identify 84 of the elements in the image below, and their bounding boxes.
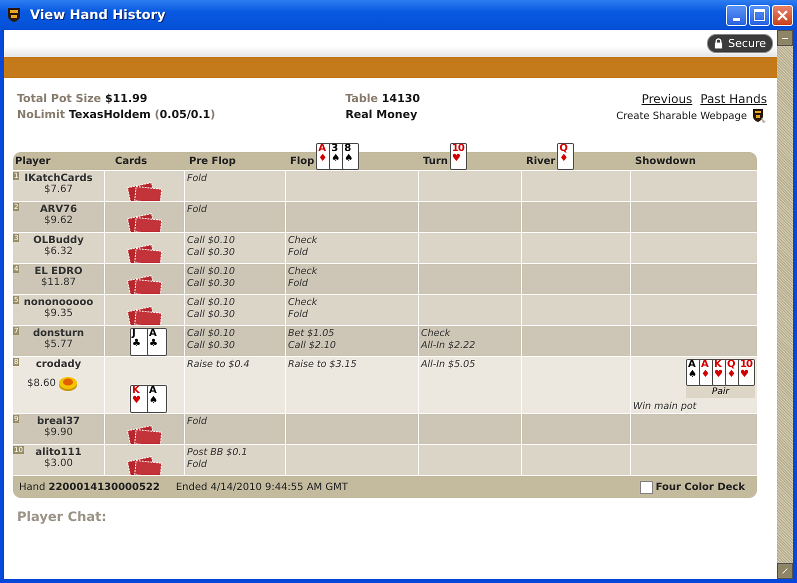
action-text: Fold [288,278,309,290]
action-text: Call $0.10 [187,328,236,340]
nav-link[interactable]: Past Hands [700,92,767,106]
player-name: OLBuddy [33,235,84,246]
action-text: Post BB $0.1 [187,447,248,459]
nav-link[interactable]: Previous [642,92,692,106]
player-name: breal37 [37,416,80,427]
playing-card: A ♣ [147,328,167,356]
action-text: Check [288,235,318,247]
action-text: Fold [187,459,208,471]
player-stack: $6.32 [44,246,73,257]
pot-size: Total Pot Size $11.99 [17,92,148,105]
action-text: Fold [288,247,309,259]
hand-id: Hand 2200014130000522 [19,482,160,492]
player-stack: $9.35 [44,308,73,319]
column-header: River [526,156,556,166]
action-text: Fold [187,416,208,428]
player-stack: $5.77 [44,339,73,350]
action-text: Check [421,328,452,340]
player-name: ARV76 [40,204,78,215]
action-text: Fold [187,204,208,216]
scroll-button[interactable] [777,30,793,46]
column-header: Player [15,156,50,166]
action-text: Check [288,266,318,278]
player-name: IKatchCards [24,173,93,184]
action-text: Fold [288,309,309,321]
player-stack: $8.60 [27,378,56,388]
player-name: alito111 [35,447,82,458]
checkbox-label: Four Color Deck [656,482,745,492]
four-color-checkbox[interactable] [640,480,653,494]
shield-icon[interactable] [751,108,767,124]
game-type: NoLimit TexasHoldem (0.05/0.1) [17,108,216,121]
player-stack: $7.67 [44,184,73,195]
action-text: Check [288,297,318,309]
column-header: Pre Flop [189,156,236,166]
player-stack: $9.90 [44,427,73,438]
action-text: Call $0.10 [187,235,236,247]
action-text: Fold [187,173,208,185]
window-title: View Hand History [30,8,166,22]
action-text: All-In $5.05 [421,359,476,371]
action-text: Bet $1.05 [288,328,336,340]
close-button[interactable] [772,4,793,26]
resize-grip-icon[interactable] [777,563,793,579]
playing-card: Q ♦ [557,143,574,170]
playing-card: 10 ♥ [450,143,467,170]
player-stack: $9.62 [44,215,73,226]
secure-badge: Secure [707,34,773,53]
playing-card: 10 ♥ [738,359,755,386]
minimize-button[interactable] [726,4,747,26]
action-text: Call $0.10 [187,297,236,309]
close-icon [777,10,788,20]
playing-card: 8 ♠ [342,143,360,170]
app-shield-icon [6,7,22,23]
player-stack: $11.87 [41,277,76,288]
table-number: Table 14130 [345,92,420,105]
scrollbar[interactable] [777,30,793,579]
column-header: Cards [115,156,148,166]
column-header: Flop [290,156,314,166]
action-text: Call $2.10 [288,340,337,352]
player-name: crodady [36,359,82,370]
action-text: Call $0.10 [187,266,236,278]
column-header: Showdown [635,156,696,166]
player-name: nononooooo [24,297,94,308]
playing-card: A ♠ [147,385,167,413]
minimize-icon [733,18,740,20]
action-text: Call $0.30 [187,309,236,321]
maximize-icon [754,9,765,21]
player-name: EL EDRO [34,266,83,277]
ended-time: Ended 4/14/2010 9:44:55 AM GMT [176,482,348,492]
player-name: donsturn [32,328,84,339]
action-text: All-In $2.22 [421,340,476,352]
hand-rank: Pair [686,386,755,398]
money-type: Real Money [345,108,418,121]
maximize-button[interactable] [749,4,770,26]
action-text: Call $0.30 [187,278,236,290]
action-text: Raise to $0.4 [187,359,251,371]
player-stack: $3.00 [44,458,73,469]
action-text: Raise to $3.15 [288,359,358,371]
share-link[interactable]: Create Sharable Webpage [616,110,747,122]
action-text: Call $0.30 [187,247,236,259]
column-header: Turn [423,156,448,166]
action-text: Call $0.30 [187,340,236,352]
result-text: Win main pot [633,401,698,413]
chat-heading: Player Chat: [17,510,107,525]
